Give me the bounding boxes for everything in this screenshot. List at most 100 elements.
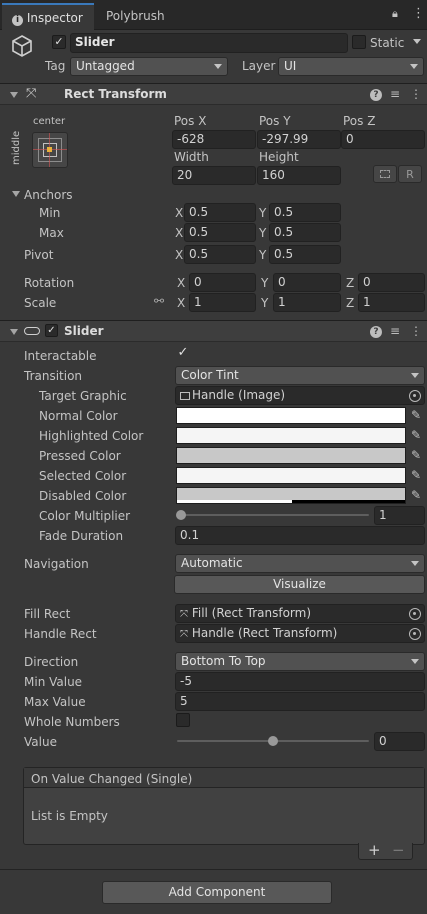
layer-dropdown[interactable]: UI <box>278 57 424 76</box>
tag-dropdown[interactable]: Untagged <box>70 57 228 76</box>
value-field[interactable]: 0 <box>374 732 425 751</box>
width-label: Width <box>174 150 209 164</box>
scale-z-field[interactable]: 1 <box>358 293 425 312</box>
x-label: X <box>175 226 184 240</box>
pos-y-field[interactable]: -297.99 <box>257 130 341 149</box>
object-picker-icon[interactable] <box>409 390 421 402</box>
target-graphic-label: Target Graphic <box>39 389 127 403</box>
color-multiplier-field[interactable]: 1 <box>374 506 425 525</box>
anchors-foldout-icon[interactable] <box>12 191 20 197</box>
anchor-max-x-field[interactable]: 0.5 <box>184 223 256 242</box>
eyedropper-icon[interactable]: ✎ <box>409 468 423 482</box>
slider-component-header[interactable]: ✓ Slider ? ≡ ⋮ <box>0 320 427 342</box>
eyedropper-icon[interactable]: ✎ <box>409 448 423 462</box>
event-list-footer: + − <box>358 841 413 860</box>
layer-value: UI <box>284 59 297 73</box>
color-multiplier-label: Color Multiplier <box>39 509 131 523</box>
highlighted-color-swatch[interactable] <box>176 427 406 444</box>
help-icon[interactable]: ? <box>370 89 382 101</box>
anchors-label[interactable]: Anchors <box>24 188 73 202</box>
foldout-arrow-icon[interactable] <box>10 329 18 335</box>
chevron-down-icon <box>410 64 418 69</box>
z-label: Z <box>346 276 355 290</box>
more-options-icon[interactable]: ⋮ <box>410 324 422 338</box>
handle-rect-field[interactable]: ⤧ Handle (Rect Transform) <box>175 624 425 643</box>
transition-value: Color Tint <box>181 368 239 382</box>
eyedropper-icon[interactable]: ✎ <box>409 488 423 502</box>
direction-dropdown[interactable]: Bottom To Top <box>175 652 425 671</box>
raw-edit-button[interactable]: R <box>398 165 422 183</box>
foldout-arrow-icon[interactable] <box>10 92 18 98</box>
add-component-button[interactable]: Add Component <box>102 881 332 904</box>
image-icon <box>180 391 190 400</box>
pivot-label: Pivot <box>24 248 54 262</box>
presets-icon[interactable]: ≡ <box>390 87 400 101</box>
pivot-x-field[interactable]: 0.5 <box>184 245 256 264</box>
normal-color-swatch[interactable] <box>176 407 406 424</box>
y-label: Y <box>261 276 269 290</box>
visualize-button[interactable]: Visualize <box>174 575 425 594</box>
width-field[interactable]: 20 <box>172 166 256 185</box>
x-label: X <box>177 276 186 290</box>
color-multiplier-track[interactable] <box>181 514 369 516</box>
anchor-min-y-field[interactable]: 0.5 <box>269 203 341 222</box>
alpha-bar-remainder <box>292 500 405 503</box>
chevron-down-icon <box>411 659 419 664</box>
scale-y-field[interactable]: 1 <box>273 293 341 312</box>
rect-transform-header[interactable]: ⤧ Rect Transform ? ≡ ⋮ <box>0 83 427 105</box>
tag-value: Untagged <box>76 59 135 73</box>
slider-enabled-toggle[interactable]: ✓ <box>45 324 58 337</box>
object-picker-icon[interactable] <box>409 608 421 620</box>
transition-dropdown[interactable]: Color Tint <box>175 366 425 385</box>
navigation-value: Automatic <box>181 556 243 570</box>
presets-icon[interactable]: ≡ <box>390 324 400 338</box>
pivot-y-field[interactable]: 0.5 <box>269 245 341 264</box>
add-item-icon[interactable]: + <box>368 841 381 859</box>
max-value-field[interactable]: 5 <box>175 692 425 711</box>
scale-x-field[interactable]: 1 <box>189 293 256 312</box>
static-dropdown[interactable] <box>408 33 424 52</box>
disabled-color-label: Disabled Color <box>39 489 127 503</box>
direction-label: Direction <box>24 655 79 669</box>
more-options-icon[interactable]: ⋮ <box>410 87 422 101</box>
object-name-field[interactable]: Slider <box>70 33 348 53</box>
min-value-field[interactable]: -5 <box>175 672 425 691</box>
color-multiplier-thumb[interactable] <box>176 510 186 520</box>
interactable-checkbox[interactable]: ✓ <box>176 346 190 361</box>
constrain-proportions-icon[interactable]: ⚯ <box>154 294 164 308</box>
more-options-icon[interactable]: ⋮ <box>412 6 425 21</box>
pos-x-field[interactable]: -628 <box>172 130 256 149</box>
navigation-dropdown[interactable]: Automatic <box>175 554 425 573</box>
tab-inspector[interactable]: i Inspector <box>2 3 94 30</box>
rotation-y-field[interactable]: 0 <box>273 273 341 292</box>
remove-item-icon[interactable]: − <box>392 841 405 859</box>
anchor-min-x-field[interactable]: 0.5 <box>184 203 256 222</box>
y-label: Y <box>261 296 269 310</box>
target-graphic-field[interactable]: Handle (Image) <box>175 386 425 405</box>
rect-transform-icon: ⤧ <box>180 629 188 640</box>
eyedropper-icon[interactable]: ✎ <box>409 428 423 442</box>
pos-z-field[interactable]: 0 <box>341 130 425 149</box>
pressed-color-swatch[interactable] <box>176 447 406 464</box>
height-field[interactable]: 160 <box>257 166 341 185</box>
blueprint-mode-button[interactable] <box>373 165 397 183</box>
object-picker-icon[interactable] <box>409 628 421 640</box>
whole-numbers-checkbox[interactable] <box>176 713 190 727</box>
rect-transform-title: Rect Transform <box>64 87 167 101</box>
lock-icon[interactable]: 🔒︎ <box>392 7 398 21</box>
active-toggle[interactable]: ✓ <box>52 35 66 49</box>
fill-rect-field[interactable]: ⤧ Fill (Rect Transform) <box>175 604 425 623</box>
fade-duration-field[interactable]: 0.1 <box>175 526 425 545</box>
anchor-presets-button[interactable] <box>32 132 68 168</box>
disabled-color-swatch[interactable] <box>176 487 406 504</box>
rotation-x-field[interactable]: 0 <box>189 273 256 292</box>
selected-color-swatch[interactable] <box>176 467 406 484</box>
eyedropper-icon[interactable]: ✎ <box>409 408 423 422</box>
tab-polybrush[interactable]: Polybrush <box>96 3 176 30</box>
anchor-max-y-field[interactable]: 0.5 <box>269 223 341 242</box>
help-icon[interactable]: ? <box>370 326 382 338</box>
value-slider-thumb[interactable] <box>268 736 278 746</box>
static-toggle[interactable] <box>352 35 366 49</box>
rotation-z-field[interactable]: 0 <box>358 273 425 292</box>
scale-label: Scale <box>24 296 57 310</box>
